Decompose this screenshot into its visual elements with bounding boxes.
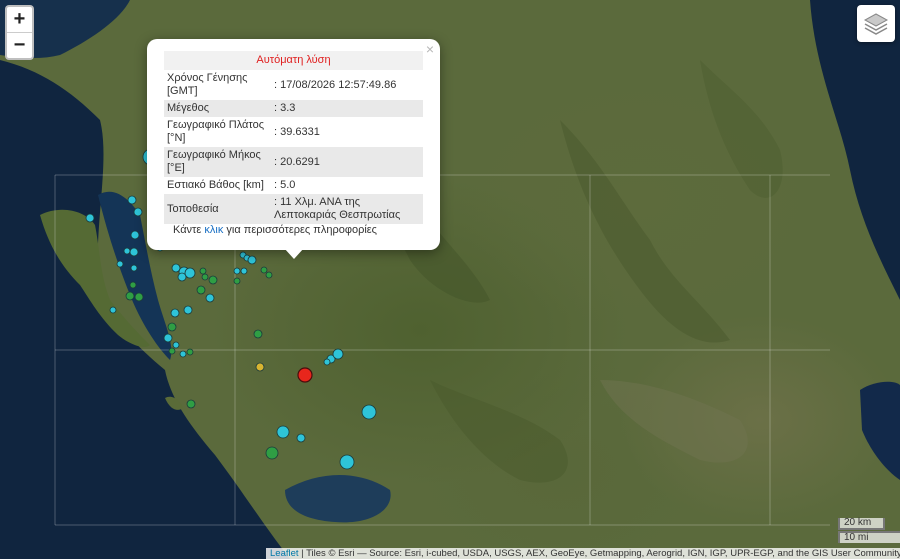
earthquake-marker[interactable] bbox=[168, 347, 176, 355]
earthquake-marker[interactable] bbox=[129, 247, 139, 257]
layers-button[interactable] bbox=[857, 5, 895, 42]
earthquake-marker[interactable] bbox=[260, 266, 268, 274]
earthquake-marker[interactable] bbox=[123, 247, 131, 255]
earthquake-marker[interactable] bbox=[127, 195, 137, 205]
latitude-label: Γεωγραφικό Πλάτος [°N] bbox=[167, 119, 265, 144]
earthquake-marker[interactable] bbox=[339, 454, 355, 470]
earthquake-marker[interactable] bbox=[247, 255, 257, 265]
origin-time-label: Χρόνος Γένησης [GMT] bbox=[167, 72, 248, 97]
earthquake-popup: × Αυτόματη λύση Χρόνος Γένησης [GMT] : 17… bbox=[147, 39, 440, 250]
event-details-table: Αυτόματη λύση Χρόνος Γένησης [GMT] : 17/0… bbox=[164, 51, 423, 224]
popup-tip bbox=[284, 248, 304, 259]
earthquake-marker[interactable] bbox=[172, 341, 180, 349]
layers-icon bbox=[863, 12, 889, 35]
zoom-out-button[interactable]: − bbox=[7, 32, 32, 58]
earthquake-marker[interactable] bbox=[323, 358, 331, 366]
map-terrain bbox=[0, 0, 900, 559]
earthquake-marker[interactable] bbox=[296, 433, 306, 443]
more-info-link[interactable]: κλικ bbox=[204, 224, 223, 236]
ambracian-gulf bbox=[285, 475, 391, 523]
zoom-in-button[interactable]: + bbox=[7, 7, 32, 32]
earthquake-marker[interactable] bbox=[332, 348, 344, 360]
leaflet-link[interactable]: Leaflet bbox=[270, 548, 299, 559]
earthquake-marker[interactable] bbox=[179, 350, 187, 358]
longitude-label: Γεωγραφικό Μήκος [°E] bbox=[164, 147, 271, 177]
zoom-control: + − bbox=[5, 5, 34, 60]
earthquake-marker[interactable] bbox=[116, 260, 124, 268]
origin-time-value: : 17/08/2026 12:57:49.86 bbox=[274, 78, 397, 91]
earthquake-marker[interactable] bbox=[253, 329, 263, 339]
earthquake-marker[interactable] bbox=[196, 285, 206, 295]
earthquake-marker[interactable] bbox=[361, 404, 377, 420]
earthquake-marker[interactable] bbox=[205, 293, 215, 303]
popup-close-button[interactable]: × bbox=[426, 41, 434, 57]
earthquake-marker[interactable] bbox=[125, 291, 135, 301]
earthquake-marker[interactable] bbox=[177, 272, 187, 282]
earthquake-marker[interactable] bbox=[265, 446, 279, 460]
earthquake-marker[interactable] bbox=[186, 348, 194, 356]
latitude-value: : 39.6331 bbox=[274, 125, 320, 138]
location-label: Τοποθεσία bbox=[164, 194, 271, 224]
earthquake-marker[interactable] bbox=[129, 281, 137, 289]
earthquake-marker[interactable] bbox=[255, 362, 265, 372]
earthquake-marker[interactable] bbox=[134, 292, 144, 302]
earthquake-marker[interactable] bbox=[133, 207, 143, 217]
solution-type-header: Αυτόματη λύση bbox=[164, 51, 423, 70]
earthquake-marker[interactable] bbox=[233, 267, 241, 275]
earthquake-marker[interactable] bbox=[201, 273, 209, 281]
scale-km: 20 km bbox=[838, 518, 885, 530]
selected-earthquake-marker[interactable] bbox=[297, 367, 313, 383]
earthquake-marker[interactable] bbox=[233, 277, 241, 285]
magnitude-value: : 3.3 bbox=[271, 100, 423, 117]
earthquake-marker[interactable] bbox=[186, 399, 196, 409]
earthquake-marker[interactable] bbox=[208, 275, 218, 285]
earthquake-marker[interactable] bbox=[265, 271, 273, 279]
aegean-sea bbox=[810, 0, 900, 300]
depth-label: Εστιακό Βάθος [km] bbox=[167, 179, 264, 191]
earthquake-marker[interactable] bbox=[130, 230, 140, 240]
scale-bar: 20 km 10 mi bbox=[838, 518, 900, 543]
longitude-value: : 20.6291 bbox=[271, 147, 423, 177]
more-info-text: Κάντε κλικ για περισσότερες πληροφορίες bbox=[173, 224, 377, 236]
map-view[interactable] bbox=[0, 0, 900, 559]
earthquake-marker[interactable] bbox=[183, 305, 193, 315]
location-value: : 11 Χλμ. ΑΝΑ της Λεπτοκαριάς Θεσπρωτίας bbox=[271, 194, 423, 224]
depth-value: : 5.0 bbox=[274, 179, 296, 191]
earthquake-marker[interactable] bbox=[184, 267, 196, 279]
earthquake-marker[interactable] bbox=[85, 213, 95, 223]
earthquake-marker[interactable] bbox=[276, 425, 290, 439]
earthquake-marker[interactable] bbox=[199, 267, 207, 275]
map-attribution: Leaflet | Tiles © Esri — Source: Esri, i… bbox=[266, 548, 900, 559]
earthquake-marker[interactable] bbox=[163, 333, 173, 343]
earthquake-marker[interactable] bbox=[240, 267, 248, 275]
earthquake-marker[interactable] bbox=[130, 264, 138, 272]
magnitude-label: Μέγεθος bbox=[164, 100, 271, 117]
earthquake-marker[interactable] bbox=[170, 308, 180, 318]
earthquake-marker[interactable] bbox=[109, 306, 117, 314]
earthquake-marker[interactable] bbox=[167, 322, 177, 332]
scale-mi: 10 mi bbox=[838, 531, 900, 543]
pagasetic-gulf bbox=[860, 381, 900, 480]
